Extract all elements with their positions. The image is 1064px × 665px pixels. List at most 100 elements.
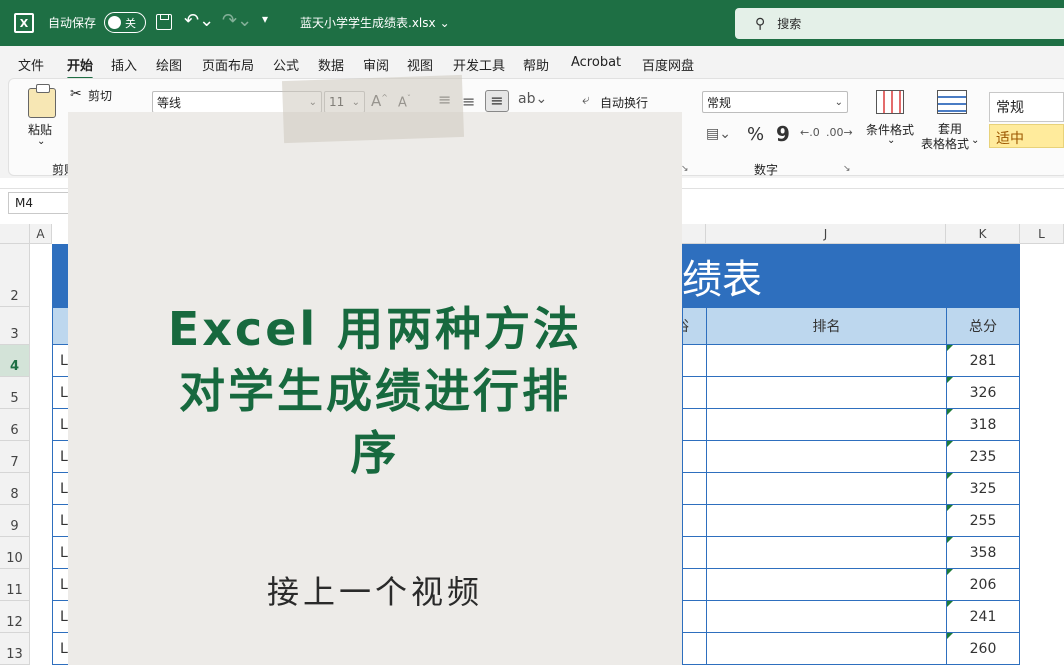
wrap-text-button[interactable]: 自动换行 (600, 94, 648, 111)
row-header-5[interactable]: 5 (0, 377, 30, 409)
header-cell-total[interactable]: 总分 (946, 307, 1020, 345)
comma-style-button[interactable]: 9 (776, 122, 790, 146)
select-all-corner[interactable] (0, 224, 30, 244)
table-row-rank[interactable] (706, 377, 947, 409)
align-bottom-icon[interactable]: ≡ (485, 90, 509, 112)
orientation-icon[interactable]: ab⌄ (518, 91, 547, 107)
column-header-i[interactable] (682, 224, 706, 244)
table-row-rank[interactable] (706, 441, 947, 473)
table-row-total[interactable]: 318 (946, 409, 1020, 441)
tab-page-layout[interactable]: 页面布局 (202, 55, 254, 74)
tab-developer[interactable]: 开发工具 (453, 55, 505, 74)
overlay-subtitle: 接上一个视频 (266, 573, 483, 611)
table-row-col-i[interactable] (682, 505, 707, 537)
table-row-rank[interactable] (706, 633, 947, 665)
table-row-col-i[interactable] (682, 601, 707, 633)
tab-formulas[interactable]: 公式 (273, 55, 299, 74)
table-row-rank[interactable] (706, 409, 947, 441)
search-input[interactable]: ⚲ 搜索 (735, 8, 1064, 39)
table-row-col-i[interactable] (682, 409, 707, 441)
tab-baidu-netdisk[interactable]: 百度网盘 (642, 55, 694, 74)
row-header-4[interactable]: 4 (0, 345, 30, 377)
row-header-6[interactable]: 6 (0, 409, 30, 441)
row-header-12[interactable]: 12 (0, 601, 30, 633)
table-row-rank[interactable] (706, 505, 947, 537)
row-header-10[interactable]: 10 (0, 537, 30, 569)
cell-style-neutral[interactable]: 适中 (989, 124, 1064, 148)
table-row-col-i[interactable] (682, 633, 707, 665)
search-icon: ⚲ (755, 15, 766, 32)
chevron-down-icon[interactable]: ⌄ (971, 135, 979, 146)
chevron-down-icon[interactable]: ⌄ (887, 135, 895, 146)
paste-icon[interactable] (28, 84, 56, 118)
cell-style-normal-label: 常规 (996, 100, 1024, 116)
column-header-k[interactable]: K (946, 224, 1020, 244)
decrease-decimal-icon[interactable]: .00→ (826, 126, 853, 139)
tab-acrobat[interactable]: Acrobat (571, 55, 621, 70)
table-row-total[interactable]: 260 (946, 633, 1020, 665)
number-format-select[interactable]: 常规 ⌄ (702, 91, 848, 113)
tab-file[interactable]: 文件 (18, 55, 44, 74)
row-header-8[interactable]: 8 (0, 473, 30, 505)
table-row-rank[interactable] (706, 473, 947, 505)
search-placeholder: 搜索 (777, 17, 802, 31)
table-row-rank[interactable] (706, 601, 947, 633)
tab-view[interactable]: 视图 (407, 55, 433, 74)
table-row-total[interactable]: 206 (946, 569, 1020, 601)
row-header-11[interactable]: 11 (0, 569, 30, 601)
tab-draw[interactable]: 绘图 (156, 55, 182, 74)
undo-icon[interactable]: ↶⌄ (184, 10, 214, 31)
table-row-rank[interactable] (706, 537, 947, 569)
table-row-total[interactable]: 325 (946, 473, 1020, 505)
row-header-3[interactable]: 3 (0, 307, 30, 345)
table-row-total[interactable]: 358 (946, 537, 1020, 569)
conditional-format-icon[interactable] (876, 90, 904, 114)
column-header-l[interactable]: L (1020, 224, 1064, 244)
accounting-format-icon[interactable]: ▤⌄ (706, 126, 731, 142)
customize-quick-access-icon[interactable]: ▾ (262, 12, 268, 26)
format-as-table-button[interactable]: 表格格式 (921, 135, 969, 152)
paste-chevron-icon[interactable]: ⌄ (37, 136, 45, 147)
tab-review[interactable]: 审阅 (363, 55, 389, 74)
table-row-col-i[interactable] (682, 377, 707, 409)
table-row-rank[interactable] (706, 345, 947, 377)
table-row-col-i[interactable] (682, 441, 707, 473)
header-cell-i[interactable]: 俗 (682, 307, 707, 345)
align-middle-icon[interactable]: ≡ (462, 92, 475, 111)
table-row-col-i[interactable] (682, 473, 707, 505)
row-header-2[interactable]: 2 (0, 244, 30, 307)
row-header-7[interactable]: 7 (0, 441, 30, 473)
redo-icon[interactable]: ↷⌄ (222, 10, 252, 31)
tab-insert[interactable]: 插入 (111, 55, 137, 74)
dialog-launcher-icon[interactable]: ↘ (843, 164, 851, 174)
scissors-icon[interactable]: ✂ (70, 86, 82, 102)
table-row-total[interactable]: 326 (946, 377, 1020, 409)
table-row-col-i[interactable] (682, 569, 707, 601)
format-as-table-icon[interactable] (937, 90, 967, 114)
header-cell-rank[interactable]: 排名 (706, 307, 947, 345)
dialog-launcher-icon[interactable]: ↘ (681, 164, 689, 174)
cut-button[interactable]: 剪切 (88, 87, 112, 104)
increase-decimal-icon[interactable]: ←.0 (800, 126, 820, 139)
column-header-a[interactable]: A (30, 224, 52, 244)
file-name[interactable]: 蓝天小学学生成绩表.xlsx ⌄ (300, 14, 450, 31)
cell-style-normal[interactable]: 常规 (989, 92, 1064, 122)
table-row-total[interactable]: 241 (946, 601, 1020, 633)
tab-home[interactable]: 开始 (67, 55, 94, 80)
column-header-j[interactable]: J (706, 224, 946, 244)
wrap-text-icon[interactable]: ⤶ (582, 92, 590, 108)
tab-help[interactable]: 帮助 (523, 55, 549, 74)
table-row-total[interactable]: 235 (946, 441, 1020, 473)
save-icon[interactable] (156, 14, 172, 30)
autosave-toggle[interactable]: 关 (104, 12, 146, 33)
tab-data[interactable]: 数据 (318, 55, 344, 74)
table-row-col-i[interactable] (682, 537, 707, 569)
row-header-13[interactable]: 13 (0, 633, 30, 665)
autosave-state: 关 (125, 16, 136, 30)
table-row-col-i[interactable] (682, 345, 707, 377)
table-row-rank[interactable] (706, 569, 947, 601)
table-row-total[interactable]: 281 (946, 345, 1020, 377)
percent-style-button[interactable]: % (747, 124, 764, 145)
row-header-9[interactable]: 9 (0, 505, 30, 537)
table-row-total[interactable]: 255 (946, 505, 1020, 537)
